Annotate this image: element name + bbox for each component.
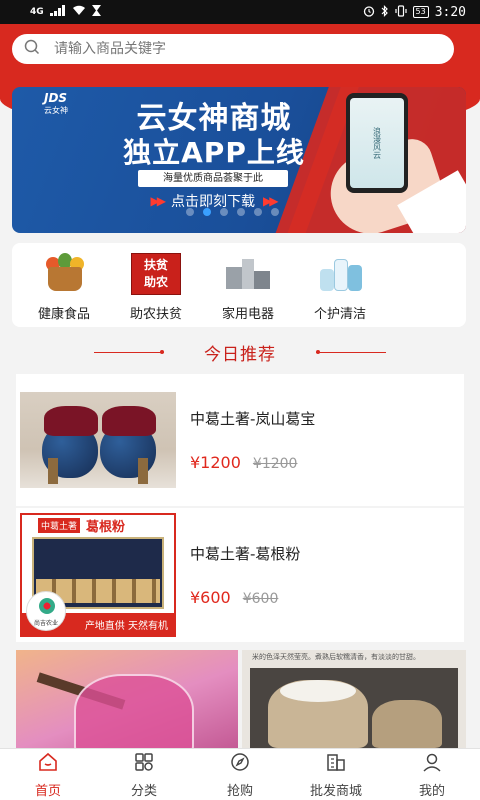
category-grid-icon — [133, 751, 155, 777]
food-basket-icon — [38, 253, 90, 295]
carousel-dot[interactable] — [237, 208, 245, 216]
wholesale-building-icon — [325, 751, 347, 777]
category-label: 个护清洁 — [313, 307, 366, 322]
search-bar[interactable] — [12, 34, 454, 64]
drink-tile[interactable] — [16, 650, 238, 748]
carousel-dot[interactable] — [203, 208, 211, 216]
category-row: 健康食品 扶贫 助农 助农扶贫 家用电器 个护清洁 — [12, 243, 466, 327]
carousel-dot[interactable] — [186, 208, 194, 216]
product-image — [20, 392, 176, 488]
search-input[interactable] — [54, 41, 454, 57]
category-appliances[interactable]: 家用电器 — [202, 253, 294, 327]
brand-logo: 尚吉农业 — [26, 591, 66, 631]
product-price: ¥1200 — [190, 453, 241, 472]
category-label: 助农扶贫 — [129, 307, 182, 322]
battery-icon: 53 — [412, 6, 429, 18]
carousel-dot[interactable] — [220, 208, 228, 216]
category-poverty-relief[interactable]: 扶贫 助农 助农扶贫 — [110, 253, 202, 327]
carousel-indicator — [186, 208, 279, 216]
category-health-food[interactable]: 健康食品 — [18, 253, 110, 327]
tab-mine[interactable]: 我的 — [384, 749, 480, 800]
phone-screen-text: 浪漫风云 — [372, 127, 382, 159]
compass-icon — [229, 751, 251, 777]
banner-title-2: 独立APP上线 — [123, 136, 305, 169]
appliance-icon — [222, 253, 274, 295]
section-title: 今日推荐 — [204, 344, 276, 365]
personal-care-icon — [314, 253, 366, 295]
banner-logo: JDS 云女神 — [44, 91, 68, 116]
tab-label: 首页 — [34, 783, 61, 799]
bottom-tab-bar: 首页 分类 抢购 批发商城 我的 — [0, 748, 480, 800]
product-card[interactable]: 中葛土著-岚山葛宝 ¥1200 ¥1200 — [16, 374, 464, 506]
banner-logo-sub: 云女神 — [44, 106, 68, 115]
tab-label: 抢购 — [226, 783, 253, 799]
bluetooth-icon — [381, 4, 389, 20]
tab-wholesale[interactable]: 批发商城 — [288, 749, 384, 800]
vibrate-icon — [394, 4, 407, 20]
product-image: 中葛土著 葛根粉 产地直供 天然有机 尚吉农业 — [20, 513, 176, 637]
clock: 3:20 — [434, 4, 466, 20]
banner-logo-text: JDS — [44, 91, 68, 105]
tab-category[interactable]: 分类 — [96, 749, 192, 800]
tab-home[interactable]: 首页 — [0, 749, 96, 800]
product-price: ¥600 — [190, 588, 231, 607]
double-arrow-icon: ▶▶ — [150, 194, 167, 208]
signal-icon — [49, 5, 66, 19]
image-tag: 中葛土著 — [38, 517, 81, 533]
tab-flash-sale[interactable]: 抢购 — [192, 749, 288, 800]
product-name: 中葛土著-岚山葛宝 — [190, 410, 316, 428]
product-original-price: ¥1200 — [252, 456, 298, 472]
divider — [94, 350, 164, 354]
tile-caption: 米的色泽天然莹亮。煮熟后软糯清香，有淡淡的甘甜。 — [252, 653, 420, 661]
status-bar: 4G 53 3:20 — [0, 0, 480, 24]
wifi-icon — [72, 5, 86, 19]
product-name: 中葛土著-葛根粉 — [190, 545, 301, 563]
section-header: 今日推荐 — [0, 338, 480, 366]
category-personal-care[interactable]: 个护清洁 — [294, 253, 386, 327]
home-icon — [37, 751, 59, 777]
tab-label: 我的 — [418, 783, 445, 799]
rice-tile[interactable]: 米的色泽天然莹亮。煮熟后软糯清香，有淡淡的甘甜。 — [242, 650, 466, 748]
poverty-relief-icon: 扶贫 助农 — [131, 253, 181, 295]
hourglass-icon — [91, 5, 101, 19]
divider — [316, 350, 386, 354]
banner-tagline: 海量优质商品荟聚于此 — [138, 170, 288, 187]
double-arrow-icon: ▶▶ — [263, 194, 279, 208]
search-icon — [24, 39, 40, 59]
product-original-price: ¥600 — [242, 591, 279, 607]
category-label: 健康食品 — [37, 307, 90, 322]
user-icon — [421, 751, 443, 777]
network-label: 4G — [30, 7, 44, 17]
alarm-icon — [363, 5, 375, 20]
tab-label: 批发商城 — [309, 783, 362, 799]
carousel-dot[interactable] — [254, 208, 262, 216]
product-card[interactable]: 中葛土著 葛根粉 产地直供 天然有机 尚吉农业 中葛土著-葛根粉 ¥600 ¥6… — [16, 508, 464, 642]
image-title: 葛根粉 — [86, 519, 126, 535]
category-label: 家用电器 — [221, 307, 274, 322]
phone-screen: 浪漫风云 — [350, 98, 404, 188]
phone-illustration: 浪漫风云 — [346, 93, 408, 193]
carousel-dot[interactable] — [271, 208, 279, 216]
tab-label: 分类 — [130, 783, 157, 799]
